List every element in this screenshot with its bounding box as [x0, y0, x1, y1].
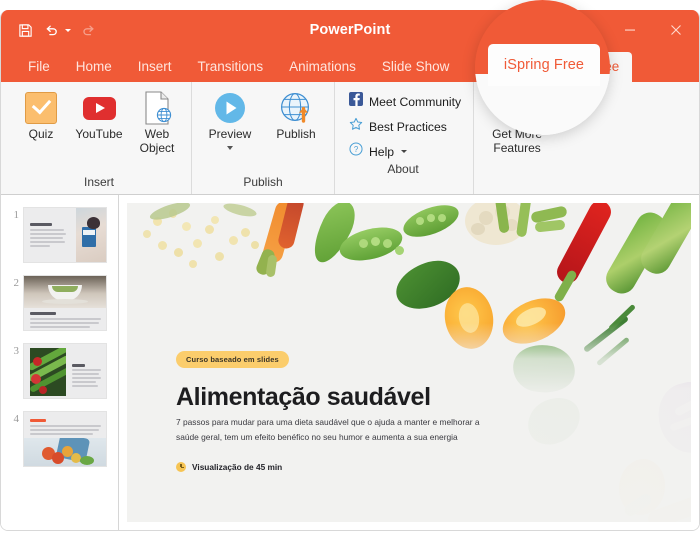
quiz-button-label: Quiz — [28, 127, 54, 141]
list-item[interactable]: 1 — [1, 201, 118, 269]
tab-slide-show[interactable]: Slide Show — [369, 52, 463, 82]
help-label: Help — [369, 144, 395, 159]
slide-thumbnail-4[interactable] — [23, 411, 107, 467]
slide-thumbnail-2[interactable] — [23, 275, 107, 331]
thumbnail-number: 3 — [13, 345, 20, 357]
preview-button[interactable]: Preview — [202, 89, 258, 152]
application-window: PowerPoint File Home Insert Transitions … — [0, 10, 700, 531]
ribbon-group-publish: Preview Publish Publish — [191, 82, 334, 194]
ribbon-tabstrip: File Home Insert Transitions Animations … — [1, 50, 699, 82]
web-object-icon — [142, 91, 172, 125]
tab-transitions[interactable]: Transitions — [185, 52, 277, 82]
page-title: Alimentação saudável — [176, 383, 431, 411]
meet-community-label: Meet Community — [369, 94, 462, 109]
thumbnail-number: 2 — [13, 277, 20, 289]
group-label-insert: Insert — [83, 175, 114, 189]
get-more-features-button[interactable]: Get More Features — [486, 89, 548, 157]
title-bar: PowerPoint — [1, 10, 699, 50]
help-chevron-down-icon[interactable] — [401, 150, 408, 153]
powerpoint-window-screenshot: PowerPoint File Home Insert Transitions … — [0, 0, 700, 533]
star-icon — [349, 117, 363, 136]
tab-review[interactable]: Review — [462, 52, 532, 82]
ribbon-group-get-more: Get More Features — [473, 82, 560, 194]
slide-editing-pane[interactable]: Curso baseado em slides Alimentação saud… — [119, 195, 699, 530]
current-slide[interactable]: Curso baseado em slides Alimentação saud… — [127, 203, 691, 522]
preview-icon — [213, 91, 247, 125]
group-label-get-more — [486, 174, 548, 194]
chevron-down-icon[interactable] — [227, 145, 233, 150]
window-title: PowerPoint — [309, 22, 391, 38]
clock-icon — [176, 462, 186, 472]
meet-community-button[interactable]: Meet Community — [349, 92, 461, 111]
close-button[interactable] — [653, 10, 699, 50]
tab-file[interactable]: File — [15, 52, 63, 82]
web-object-button[interactable]: Web Object — [129, 89, 185, 157]
best-practices-button[interactable]: Best Practices — [349, 117, 461, 136]
ribbon-group-about: Meet Community Best Practices ? Help Abo… — [334, 82, 473, 194]
thumbnail-number: 1 — [13, 209, 20, 221]
work-area: 1 2 3 4 Curso baseado em slides Alimenta… — [1, 195, 699, 530]
preview-button-label: Preview — [208, 127, 252, 141]
thumbnail-number: 4 — [13, 413, 20, 425]
slide-description: 7 passos para mudar para uma dieta saudá… — [176, 417, 480, 442]
ribbon-body: Quiz YouTube Web Object Insert Preview P… — [1, 82, 699, 195]
slide-thumbnail-3[interactable] — [23, 343, 107, 399]
status-badge: Curso baseado em slides — [176, 351, 289, 368]
slide-thumbnail-pane[interactable]: 1 2 3 4 — [1, 195, 119, 530]
quiz-icon — [25, 91, 57, 125]
svg-text:?: ? — [354, 145, 359, 154]
quiz-button[interactable]: Quiz — [13, 89, 69, 144]
publish-button-label: Publish — [276, 127, 316, 141]
plus-circle-icon — [501, 91, 533, 125]
group-label-publish: Publish — [243, 175, 283, 189]
tab-ispring-free[interactable]: iSpring Free — [532, 52, 633, 82]
youtube-icon — [82, 91, 116, 125]
slide-duration: Visualização de 45 min — [176, 462, 282, 472]
tab-insert[interactable]: Insert — [125, 52, 185, 82]
help-icon: ? — [349, 142, 363, 161]
tab-animations[interactable]: Animations — [276, 52, 369, 82]
window-controls — [607, 10, 699, 50]
publish-icon — [279, 91, 313, 125]
help-button[interactable]: ? Help — [349, 142, 461, 161]
slide-duration-label: Visualização de 45 min — [192, 462, 283, 472]
ribbon-group-insert: Quiz YouTube Web Object Insert — [7, 82, 191, 194]
list-item[interactable]: 2 — [1, 269, 118, 337]
publish-button[interactable]: Publish — [268, 89, 324, 144]
slide-thumbnail-1[interactable] — [23, 207, 107, 263]
group-label-about: About — [387, 162, 419, 176]
get-more-features-label: Get More Features — [492, 127, 543, 155]
facebook-icon — [349, 92, 363, 111]
youtube-button[interactable]: YouTube — [71, 89, 127, 144]
web-object-button-label: Web Object — [139, 127, 175, 155]
list-item[interactable]: 4 — [1, 405, 118, 473]
minimize-button[interactable] — [607, 10, 653, 50]
tab-home[interactable]: Home — [63, 52, 125, 82]
list-item[interactable]: 3 — [1, 337, 118, 405]
youtube-button-label: YouTube — [75, 127, 123, 141]
best-practices-label: Best Practices — [369, 119, 447, 134]
